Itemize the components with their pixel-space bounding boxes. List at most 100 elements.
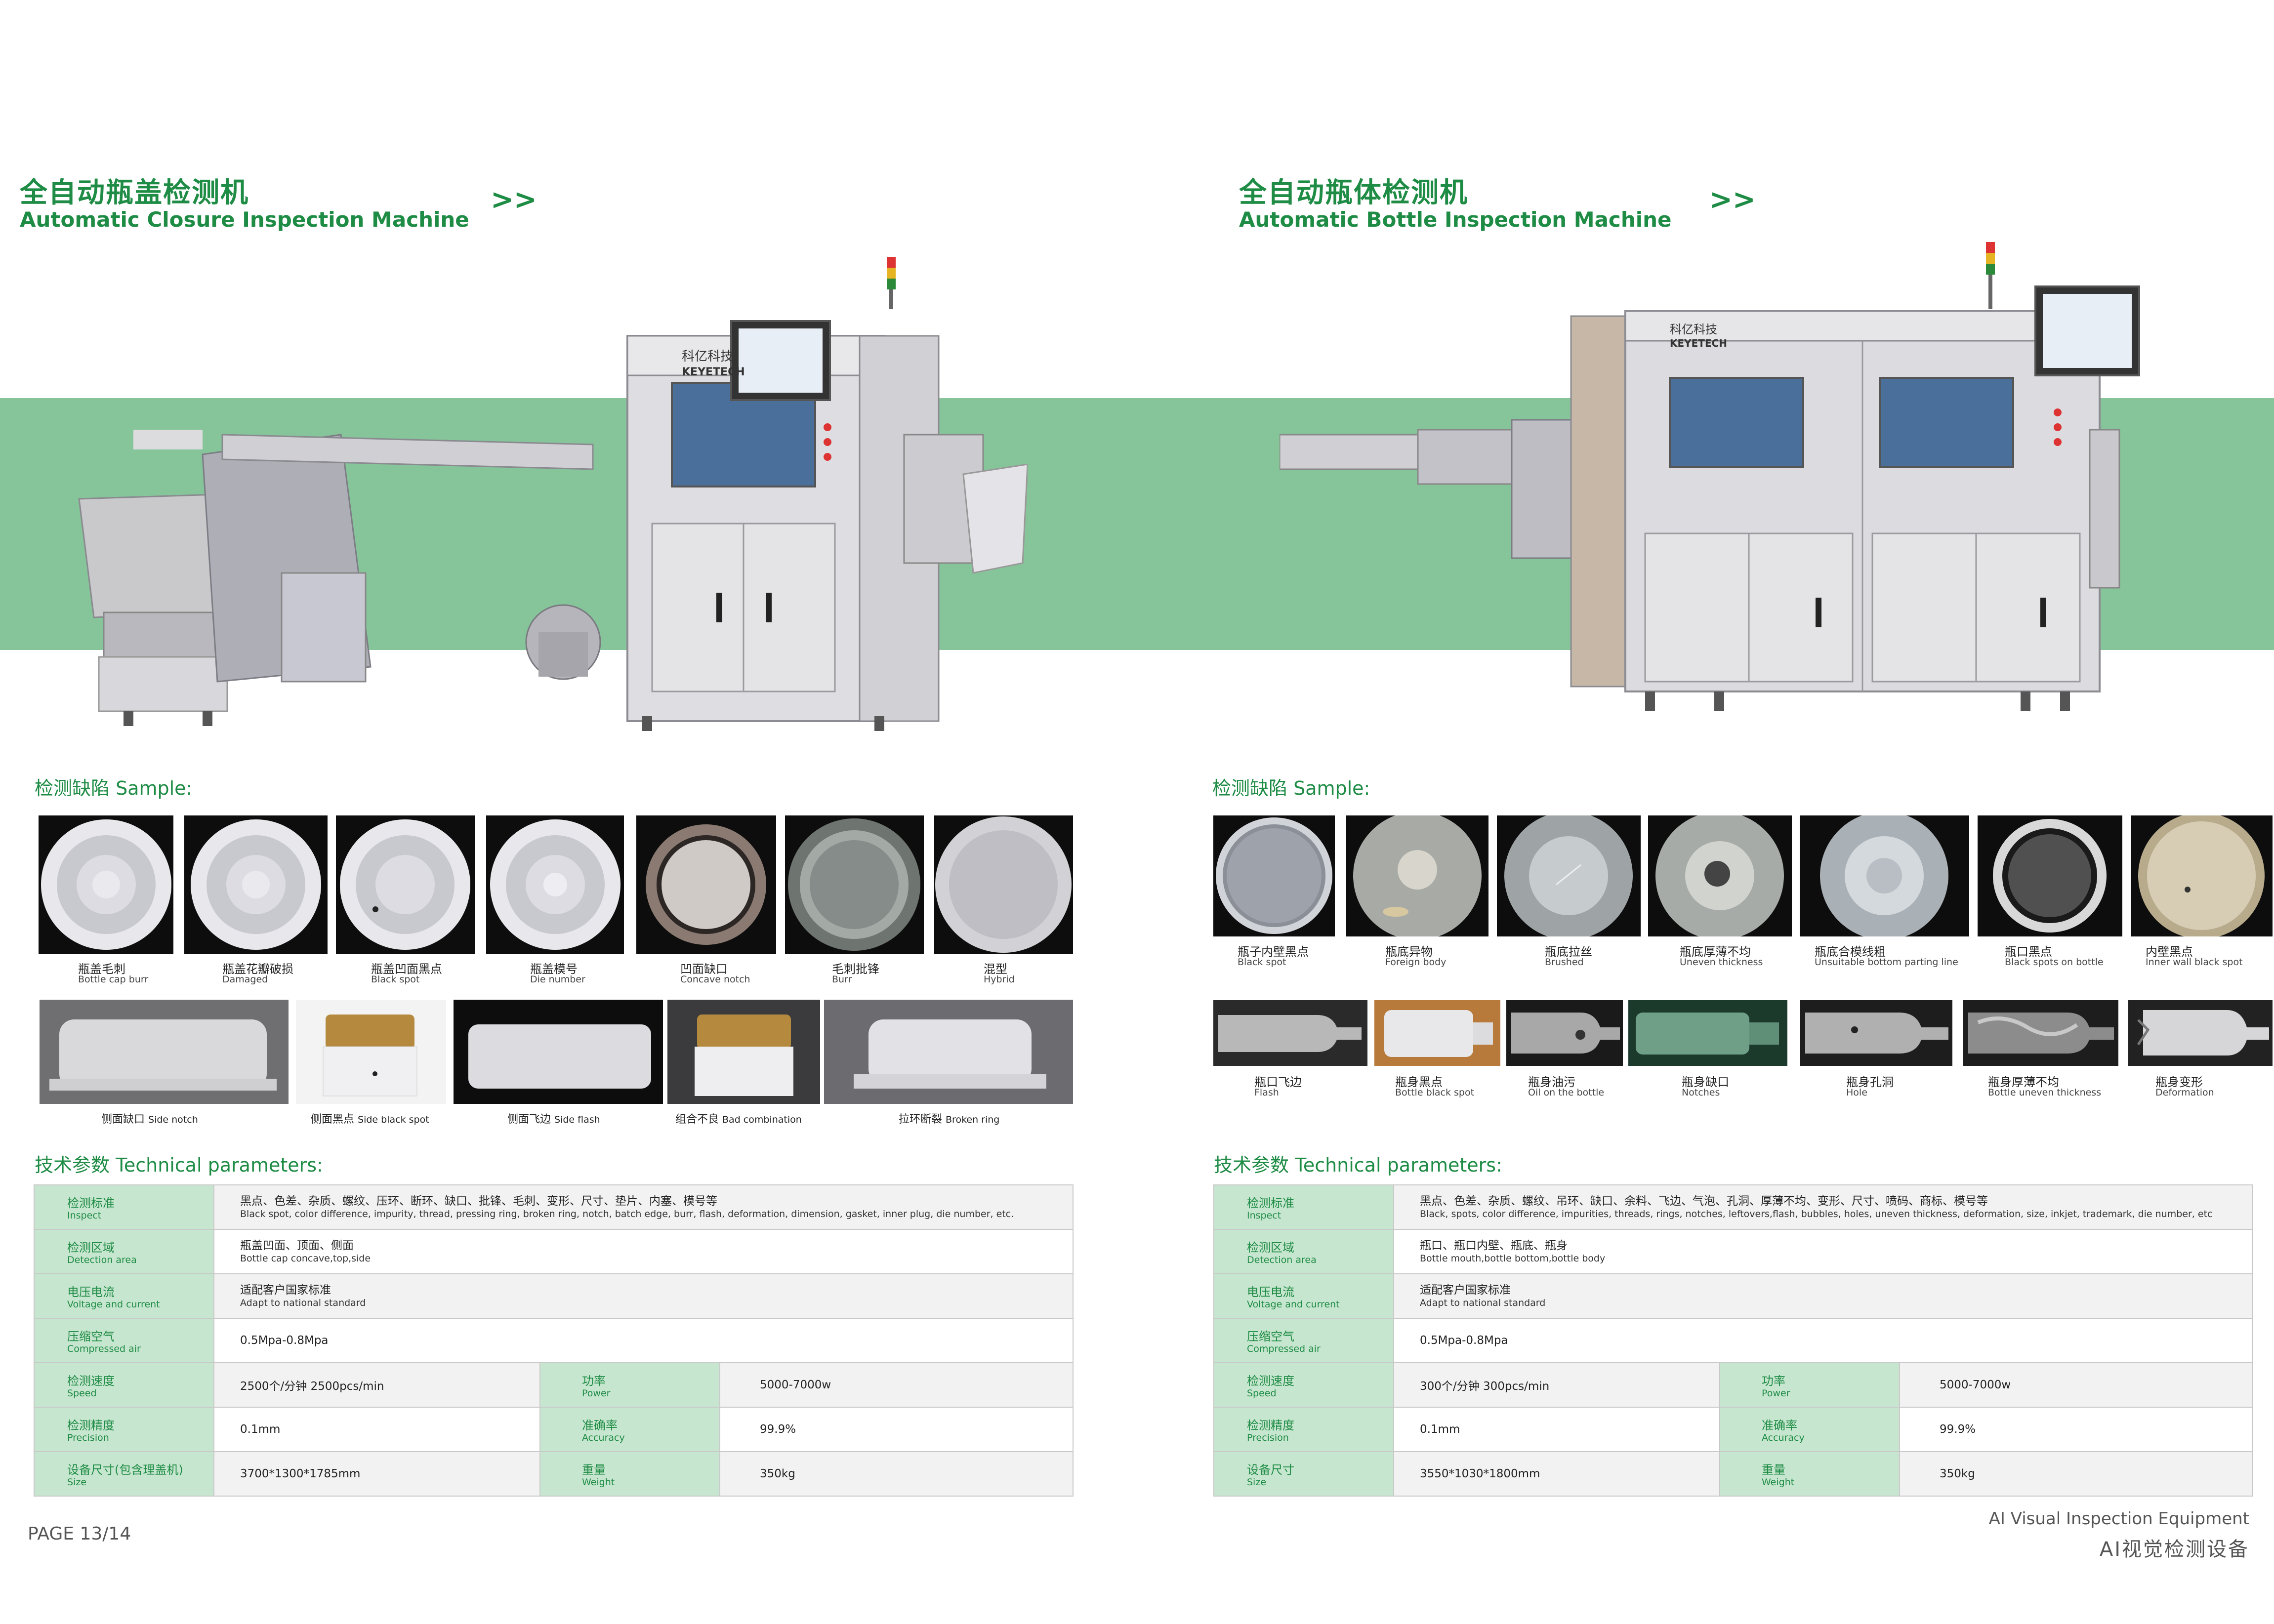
sample-label-en: Inner wall black spot bbox=[2146, 957, 2243, 968]
sample-thumb bbox=[1374, 1000, 1500, 1066]
param-value: 0.5Mpa-0.8Mpa bbox=[1393, 1318, 2253, 1363]
page-title-en: Automatic Closure Inspection Machine bbox=[20, 207, 469, 232]
samples-title: 检测缺陷 Sample: bbox=[35, 777, 193, 799]
param-key: 检测速度 Speed bbox=[34, 1362, 214, 1408]
param-value: 黑点、色差、杂质、螺纹、吊环、缺口、余料、飞边、气泡、孔洞、厚薄不均、变形、尺寸… bbox=[1393, 1184, 2253, 1230]
sample-thumb bbox=[1213, 815, 1335, 936]
arrows-icon: >> bbox=[1709, 184, 1756, 216]
sample-thumb bbox=[824, 1000, 1073, 1104]
param-value: 2500个/分钟 2500pcs/min bbox=[213, 1362, 540, 1408]
param-value: 0.5Mpa-0.8Mpa bbox=[213, 1318, 1074, 1363]
sample-label-en: Oil on the bottle bbox=[1528, 1087, 1605, 1098]
params-title: 技术参数 Technical parameters: bbox=[35, 1154, 323, 1176]
footer-tagline-cn: AI视觉检测设备 bbox=[2099, 1538, 2249, 1561]
param-key: 重量 Weight bbox=[539, 1451, 720, 1497]
param-value: 黑点、色差、杂质、螺纹、压环、断环、缺口、批锋、毛刺、变形、尺寸、垫片、内塞、模… bbox=[213, 1184, 1074, 1230]
sample-label-en: Hybrid bbox=[984, 974, 1015, 985]
sample-thumb bbox=[636, 815, 776, 954]
sample-thumb bbox=[1497, 815, 1641, 936]
sample-label-en: Black spot bbox=[1238, 957, 1286, 968]
sample-thumb bbox=[1346, 815, 1488, 936]
param-key: 功率 Power bbox=[1719, 1362, 1900, 1408]
sample-label-en: Notches bbox=[1682, 1087, 1720, 1098]
arrows-icon: >> bbox=[491, 184, 537, 216]
closure-machine-image: 科亿科技 KEYETECH bbox=[74, 257, 1028, 731]
page-title-cn: 全自动瓶体检测机 bbox=[1239, 177, 1468, 209]
sample-thumb bbox=[2128, 1000, 2273, 1066]
param-key: 电压电流 Voltage and current bbox=[1213, 1273, 1394, 1319]
sample-thumb bbox=[934, 815, 1073, 954]
param-value: 350kg bbox=[1899, 1451, 2253, 1497]
footer-tagline-en: AI Visual Inspection Equipment bbox=[1988, 1509, 2249, 1529]
sample-thumb bbox=[40, 1000, 289, 1104]
sample-label-en: Bottle black spot bbox=[1395, 1087, 1475, 1098]
sample-thumb bbox=[39, 815, 173, 954]
sample-label-en: Deformation bbox=[2155, 1087, 2214, 1098]
sample-thumb bbox=[1628, 1000, 1787, 1066]
param-key: 功率 Power bbox=[539, 1362, 720, 1408]
param-key: 检测标准 Inspect bbox=[1213, 1184, 1394, 1230]
param-value: 瓶口、瓶口内壁、瓶底、瓶身 Bottle mouth,bottle bottom,… bbox=[1393, 1229, 2253, 1274]
sample-thumb bbox=[1978, 815, 2122, 936]
sample-label: 拉环断裂 Broken ring bbox=[899, 1113, 1000, 1126]
sample-thumb bbox=[1213, 1000, 1367, 1066]
sample-label-en: Die number bbox=[530, 974, 585, 985]
sample-thumb bbox=[1648, 815, 1792, 936]
bottle-machine-panel: 全自动瓶体检测机 Automatic Bottle Inspection Mac… bbox=[1176, 0, 2274, 1624]
param-value: 3700*1300*1785mm bbox=[213, 1451, 540, 1497]
sample-thumb bbox=[2131, 815, 2273, 936]
sample-label-en: Concave notch bbox=[680, 974, 750, 985]
params-table: 检测标准 Inspect 黑点、色差、杂质、螺纹、吊环、缺口、余料、飞边、气泡、孔… bbox=[1213, 1184, 2253, 1497]
sample-thumb bbox=[1800, 815, 1969, 936]
sample-thumb bbox=[184, 815, 328, 954]
machine-brand-cn: 科亿科技 bbox=[682, 349, 733, 364]
params-title: 技术参数 Technical parameters: bbox=[1214, 1154, 1502, 1176]
sample-thumb bbox=[785, 815, 924, 954]
sample-label-en: Bottle uneven thickness bbox=[1988, 1087, 2102, 1098]
machine-brand-en: KEYETECH bbox=[1670, 337, 1727, 349]
param-value: 5000-7000w bbox=[719, 1362, 1074, 1408]
param-key: 检测区域 Detection area bbox=[1213, 1229, 1394, 1274]
sample-label: 侧面黑点 Side black spot bbox=[311, 1113, 429, 1126]
param-value: 350kg bbox=[719, 1451, 1074, 1497]
param-value: 0.1mm bbox=[213, 1407, 540, 1452]
param-value: 99.9% bbox=[1899, 1407, 2253, 1452]
param-key: 重量 Weight bbox=[1719, 1451, 1900, 1497]
sample-thumb bbox=[667, 1000, 820, 1104]
param-key: 设备尺寸 Size bbox=[1213, 1451, 1394, 1497]
sample-thumb bbox=[454, 1000, 663, 1104]
param-value: 3550*1030*1800mm bbox=[1393, 1451, 1720, 1497]
param-key: 设备尺寸(包含理盖机) Size bbox=[34, 1451, 214, 1497]
sample-label-en: Hole bbox=[1846, 1087, 1867, 1098]
param-key: 电压电流 Voltage and current bbox=[34, 1273, 214, 1319]
sample-label: 侧面飞边 Side flash bbox=[507, 1113, 600, 1126]
sample-label-en: Black spots on bottle bbox=[2005, 957, 2104, 968]
param-key: 准确率 Accuracy bbox=[1719, 1407, 1900, 1452]
sample-label-en: Brushed bbox=[1545, 957, 1584, 968]
param-value: 适配客户国家标准 Adapt to national standard bbox=[213, 1273, 1074, 1319]
sample-label-en: Uneven thickness bbox=[1680, 957, 1763, 968]
samples-title: 检测缺陷 Sample: bbox=[1212, 777, 1370, 799]
param-value: 瓶盖凹面、顶面、侧面 Bottle cap concave,top,side bbox=[213, 1229, 1074, 1274]
sample-thumb bbox=[1506, 1000, 1623, 1066]
param-key: 检测精度 Precision bbox=[1213, 1407, 1394, 1452]
param-key: 检测精度 Precision bbox=[34, 1407, 214, 1452]
closure-machine-panel: 全自动瓶盖检测机 Automatic Closure Inspection Ma… bbox=[0, 0, 1102, 1624]
page-number: PAGE 13/14 bbox=[28, 1524, 131, 1544]
sample-thumb bbox=[1963, 1000, 2118, 1066]
param-value: 99.9% bbox=[719, 1407, 1074, 1452]
sample-label-en: Burr bbox=[832, 974, 852, 985]
params-table: 检测标准 Inspect 黑点、色差、杂质、螺纹、压环、断环、缺口、批锋、毛刺、变… bbox=[34, 1184, 1074, 1497]
param-key: 检测标准 Inspect bbox=[34, 1184, 214, 1230]
param-key: 压缩空气 Compressed air bbox=[1213, 1318, 1394, 1363]
param-key: 检测区域 Detection area bbox=[34, 1229, 214, 1274]
machine-brand-en: KEYETECH bbox=[682, 366, 745, 378]
machine-brand-cn: 科亿科技 bbox=[1670, 323, 1717, 336]
sample-thumb bbox=[486, 815, 624, 954]
sample-label-en: Black spot bbox=[371, 974, 420, 985]
sample-label-en: Unsuitable bottom parting line bbox=[1815, 957, 1958, 968]
param-value: 0.1mm bbox=[1393, 1407, 1720, 1452]
sample-label-en: Bottle cap burr bbox=[78, 974, 149, 985]
param-value: 适配客户国家标准 Adapt to national standard bbox=[1393, 1273, 2253, 1319]
sample-thumb bbox=[296, 1000, 446, 1104]
